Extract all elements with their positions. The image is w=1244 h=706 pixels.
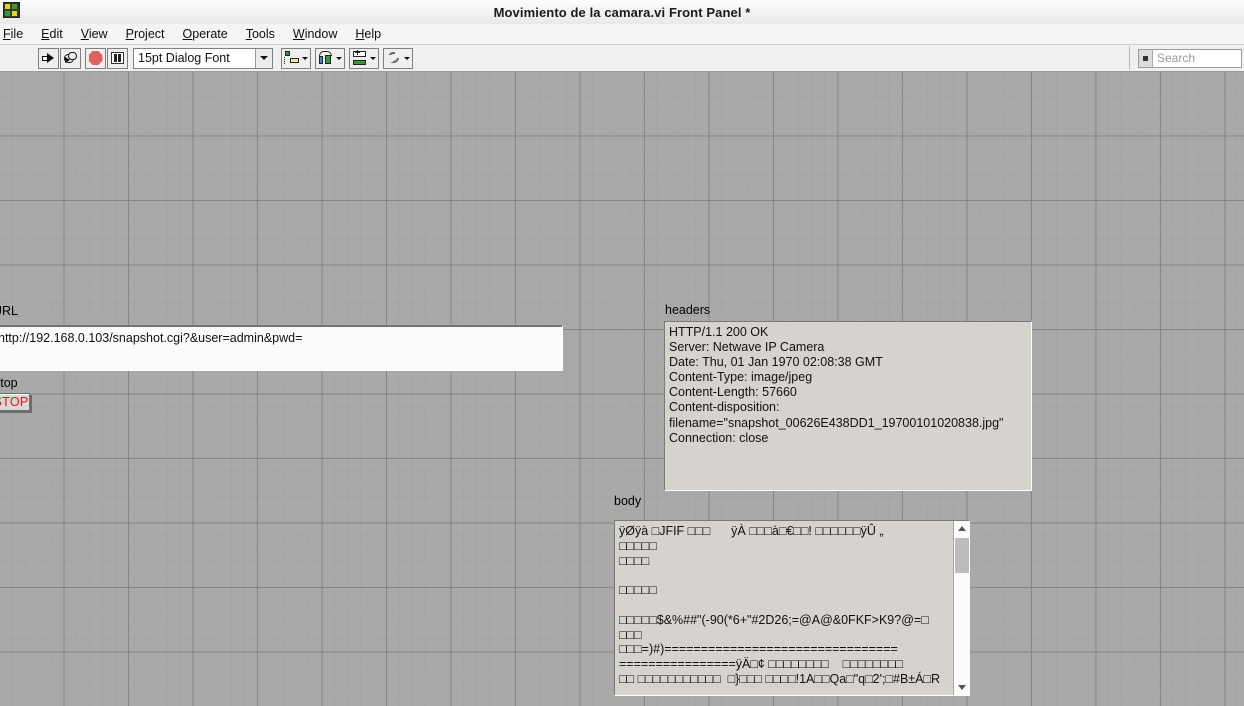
labview-front-panel-window: Movimiento de la camara.vi Front Panel *… — [0, 0, 1244, 706]
font-selector-value: 15pt Dialog Font — [138, 51, 230, 65]
headers-line: Date: Thu, 01 Jan 1970 02:08:38 GMT — [669, 355, 883, 370]
font-selector[interactable]: 15pt Dialog Font — [133, 47, 273, 69]
headers-line: Content-Length: 57660 — [669, 385, 797, 400]
window-title: Movimiento de la camara.vi Front Panel * — [493, 4, 751, 20]
url-control-label: URL — [0, 304, 19, 318]
abort-execution-button[interactable] — [85, 47, 106, 69]
abort-stop-icon — [88, 51, 103, 65]
headers-line: Connection: close — [669, 430, 769, 445]
align-objects-icon — [284, 50, 300, 66]
reorder-objects-icon — [386, 50, 402, 66]
run-arrow-icon — [42, 52, 55, 65]
scrollbar-thumb[interactable] — [954, 538, 969, 573]
scroll-down-button[interactable] — [954, 680, 969, 695]
run-button[interactable] — [38, 47, 59, 69]
search-input[interactable]: Search — [1138, 48, 1242, 68]
vi-icon — [3, 2, 20, 18]
body-indicator-value: ÿØÿà □JFIF □□□ ÿÀ □□□à□€□□! □□□□□□ÿÛ „ □… — [619, 524, 941, 686]
run-continuously-button[interactable] — [60, 47, 81, 69]
body-vertical-scrollbar[interactable] — [953, 521, 969, 695]
stop-control-label: stop — [0, 376, 18, 390]
stop-button[interactable]: STOP — [0, 393, 30, 411]
menu-window[interactable]: Window — [284, 26, 346, 43]
run-continuously-icon — [63, 51, 78, 65]
resize-objects-menu[interactable] — [349, 47, 379, 69]
search-placeholder: Search — [1157, 51, 1196, 65]
title-bar: Movimiento de la camara.vi Front Panel * — [0, 0, 1244, 25]
resize-objects-icon — [352, 49, 368, 66]
distribute-objects-menu[interactable] — [315, 47, 345, 69]
pause-icon — [111, 52, 124, 64]
search-area: Search — [1129, 46, 1244, 70]
headers-string-indicator[interactable]: HTTP/1.1 200 OK Server: Netwave IP Camer… — [664, 321, 1032, 491]
align-objects-menu[interactable] — [281, 47, 311, 69]
body-indicator-label: body — [614, 494, 642, 508]
pause-button[interactable] — [107, 47, 128, 69]
front-panel-canvas[interactable]: URL http://192.168.0.103/snapshot.cgi?&u… — [0, 72, 1244, 706]
distribute-objects-icon — [318, 50, 334, 66]
headers-indicator-label: headers — [665, 303, 711, 317]
menu-help[interactable]: Help — [346, 26, 390, 43]
url-string-control[interactable]: http://192.168.0.103/snapshot.cgi?&user=… — [0, 325, 563, 371]
headers-line: filename="snapshot_00626E438DD1_19700101… — [669, 415, 1004, 430]
menu-file[interactable]: FFileile — [0, 26, 32, 43]
url-control-value: http://192.168.0.103/snapshot.cgi?&user=… — [0, 331, 303, 345]
menu-project[interactable]: Project — [117, 26, 174, 43]
reorder-objects-menu[interactable] — [383, 47, 413, 69]
menu-view[interactable]: View — [72, 26, 117, 43]
toolbar: 15pt Dialog Font — [0, 45, 1244, 72]
menu-edit[interactable]: Edit — [32, 26, 72, 43]
menu-bar: FFileile Edit View Project Operate Tools… — [0, 24, 1244, 45]
headers-line: HTTP/1.1 200 OK — [669, 325, 769, 339]
menu-tools[interactable]: Tools — [237, 26, 284, 43]
headers-line: Content-Type: image/jpeg — [669, 370, 813, 385]
font-selector-dropdown-arrow[interactable] — [255, 48, 272, 68]
body-string-indicator[interactable]: ÿØÿà □JFIF □□□ ÿÀ □□□à□€□□! □□□□□□ÿÛ „ □… — [614, 520, 970, 696]
menu-operate[interactable]: Operate — [174, 26, 237, 43]
scroll-up-button[interactable] — [954, 521, 969, 536]
headers-line: Content-disposition: — [669, 400, 780, 415]
stop-button-text: STOP — [0, 395, 29, 409]
headers-line: Server: Netwave IP Camera — [669, 340, 825, 355]
search-icon[interactable] — [1139, 49, 1153, 67]
